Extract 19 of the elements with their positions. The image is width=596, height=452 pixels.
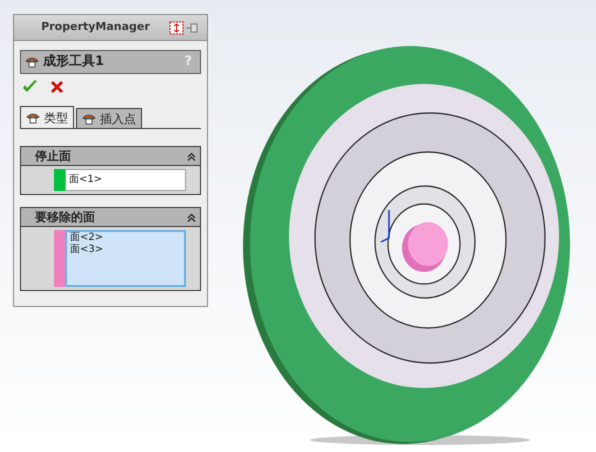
list-item[interactable]: 面<2>: [70, 232, 181, 244]
forming-tool-icon: [25, 56, 39, 68]
cancel-cross-icon[interactable]: [50, 80, 64, 94]
forming-tool-icon: [82, 112, 96, 124]
group-title: 停止面: [34, 148, 72, 165]
selection-list[interactable]: 面<2> 面<3>: [65, 230, 186, 287]
selection-list[interactable]: 面<1>: [65, 169, 186, 191]
collapse-chevron-icon[interactable]: [187, 152, 196, 160]
group-title: 要移除的面: [34, 209, 96, 226]
tab[interactable]: 类型: [20, 106, 74, 128]
forming-tool-icon: [26, 112, 40, 124]
list-item[interactable]: 面<1>: [69, 174, 182, 186]
tab[interactable]: 插入点: [76, 108, 142, 128]
feature-title: 成形工具1: [43, 53, 106, 72]
list-item[interactable]: 面<3>: [70, 244, 181, 256]
ok-checkmark-icon[interactable]: [22, 80, 38, 94]
pin-icon[interactable]: [169, 20, 199, 34]
panel-title: PropertyManager: [40, 19, 151, 36]
collapse-chevron-icon[interactable]: [187, 212, 196, 222]
